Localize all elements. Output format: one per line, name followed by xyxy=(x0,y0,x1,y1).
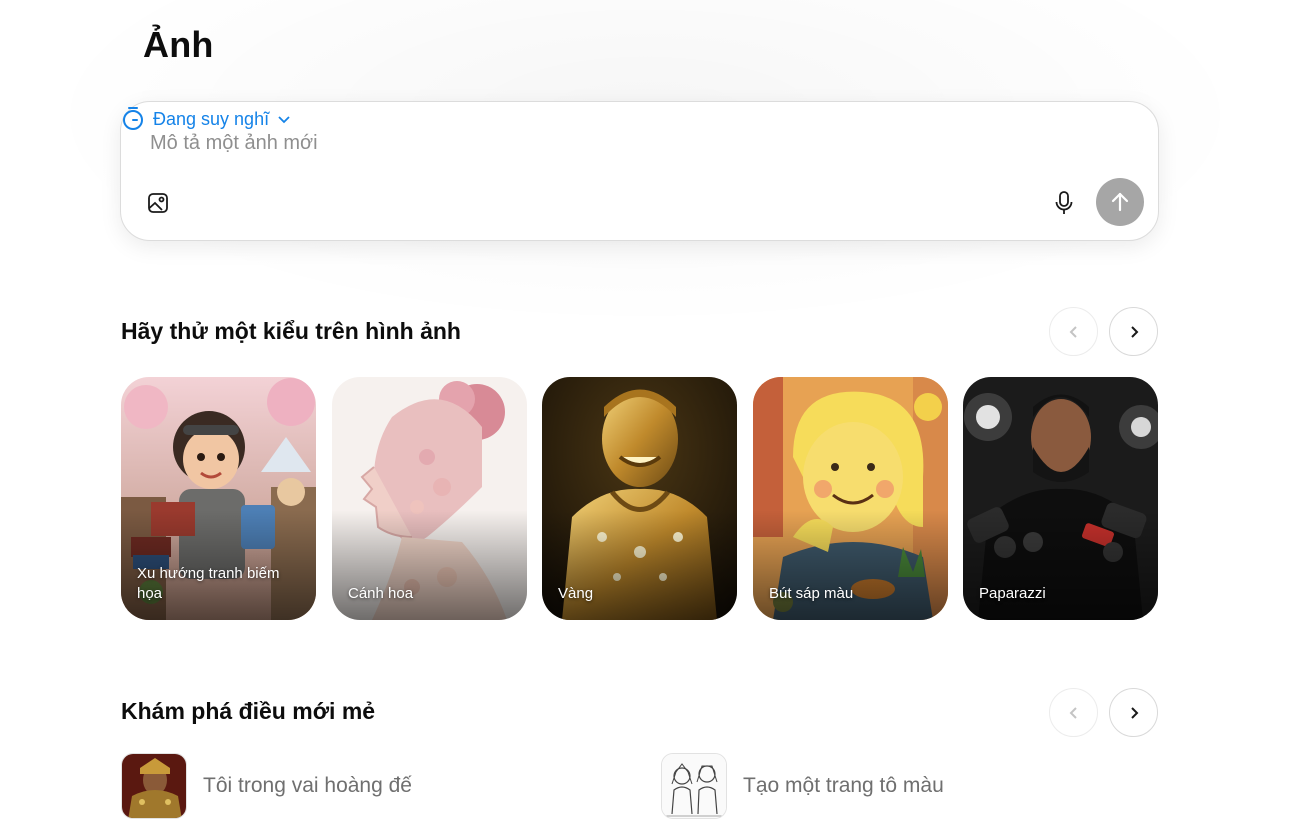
style-card-label: Xu hướng tranh biếm họa xyxy=(137,565,280,602)
style-card-cartoon[interactable]: Xu hướng tranh biếm họa xyxy=(121,377,316,620)
timer-icon xyxy=(123,107,143,130)
style-card-gold[interactable]: Vàng xyxy=(542,377,737,620)
style-card-paparazzi[interactable]: Paparazzi xyxy=(963,377,1158,620)
send-button[interactable] xyxy=(1096,178,1144,226)
chevron-right-icon xyxy=(1130,325,1138,338)
explore-item-thumbnail xyxy=(121,753,187,819)
explore-prev-button[interactable] xyxy=(1049,688,1098,737)
style-card-petals[interactable]: Cánh hoa xyxy=(332,377,527,620)
chevron-down-icon xyxy=(278,116,290,124)
voice-input-button[interactable] xyxy=(1051,188,1077,218)
emperor-portrait-image xyxy=(122,754,186,818)
styles-next-button[interactable] xyxy=(1109,307,1158,356)
microphone-icon xyxy=(1055,191,1073,214)
explore-next-button[interactable] xyxy=(1109,688,1158,737)
arrow-up-icon xyxy=(1111,192,1129,212)
explore-item-coloring-page[interactable]: Tạo một trang tô màu xyxy=(661,753,944,819)
style-card-label: Paparazzi xyxy=(979,585,1046,602)
prompt-input[interactable] xyxy=(150,130,1050,156)
add-image-button[interactable] xyxy=(145,190,171,216)
image-icon xyxy=(148,193,168,213)
chevron-left-icon xyxy=(1069,706,1077,719)
explore-item-label: Tôi trong vai hoàng đế xyxy=(203,774,412,797)
style-card-label: Cánh hoa xyxy=(348,585,414,602)
prompt-composer: Đang suy nghĩ xyxy=(120,101,1159,241)
coloring-page-image xyxy=(662,754,726,818)
styles-section-title: Hãy thử một kiểu trên hình ảnh xyxy=(121,318,461,344)
style-cards-carousel: Xu hướng tranh biếm họa Cánh hoa Vàng Bú… xyxy=(121,377,1161,620)
chevron-left-icon xyxy=(1069,325,1077,338)
explore-item-label: Tạo một trang tô màu xyxy=(743,774,944,797)
style-card-label: Vàng xyxy=(558,585,594,602)
explore-section-title: Khám phá điều mới mẻ xyxy=(121,698,376,724)
explore-item-emperor[interactable]: Tôi trong vai hoàng đế xyxy=(121,753,412,819)
explore-item-thumbnail xyxy=(661,753,727,819)
thinking-mode-label: Đang suy nghĩ xyxy=(153,108,270,129)
style-card-label: Bút sáp màu xyxy=(769,585,854,602)
style-card-crayon[interactable]: Bút sáp màu xyxy=(753,377,948,620)
chevron-right-icon xyxy=(1130,706,1138,719)
styles-prev-button[interactable] xyxy=(1049,307,1098,356)
page-title: Ảnh xyxy=(143,24,214,65)
